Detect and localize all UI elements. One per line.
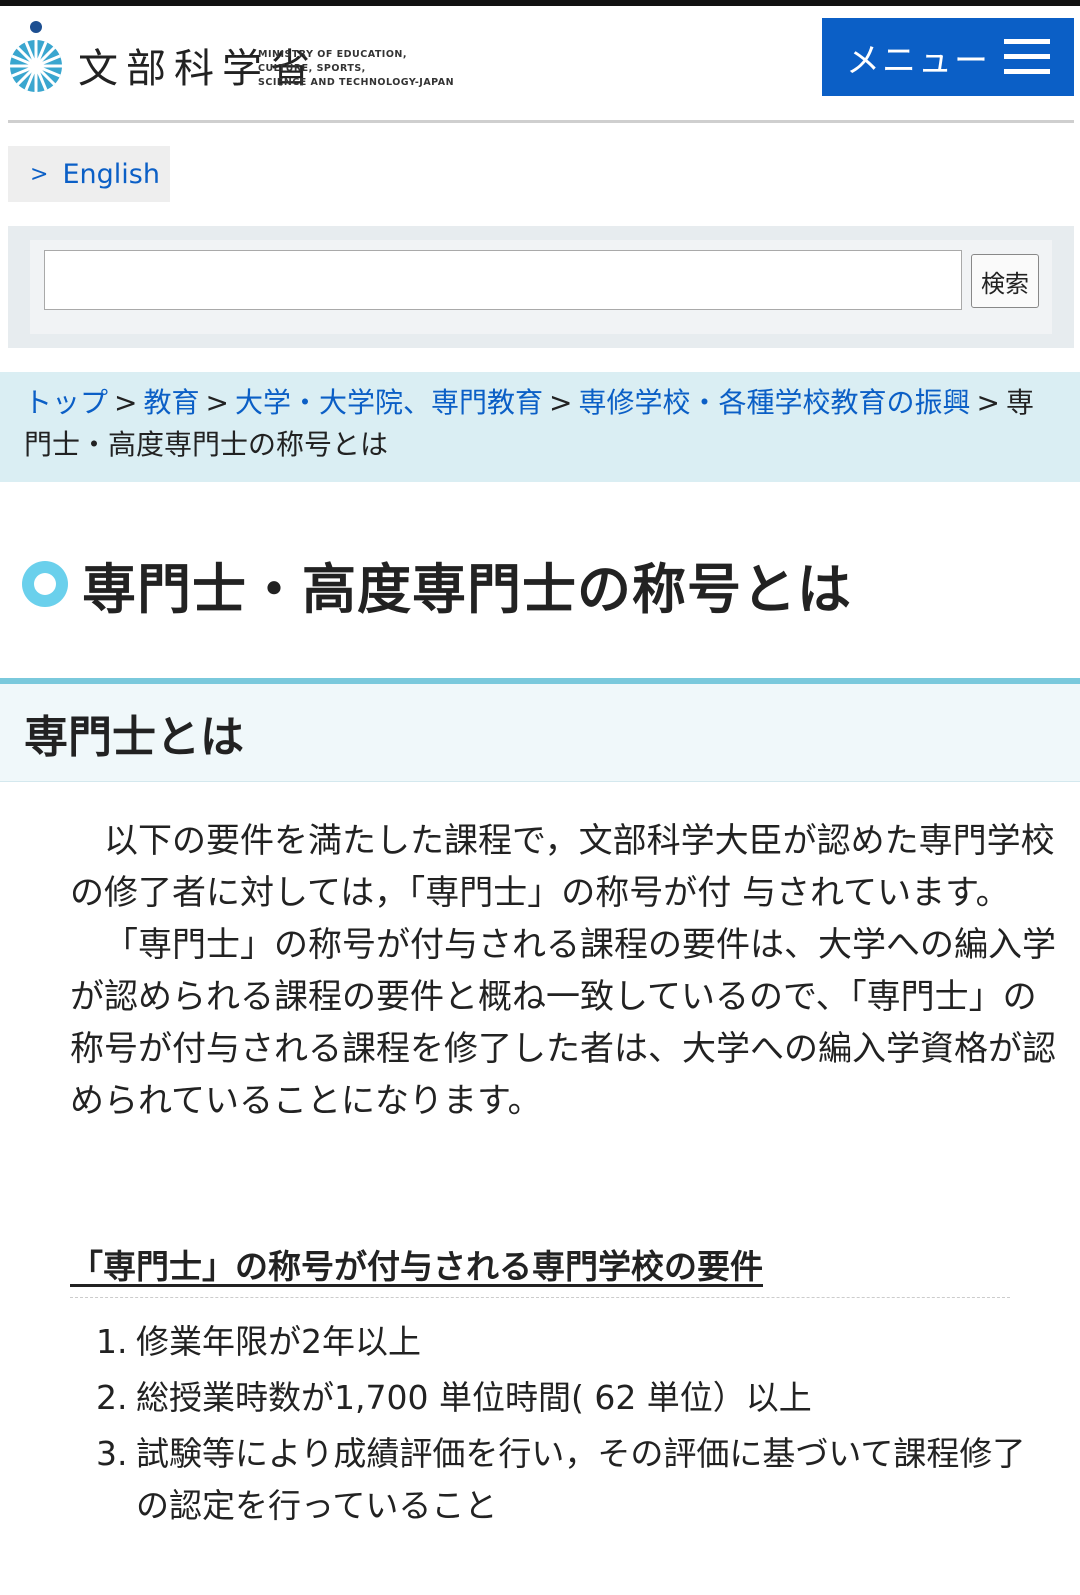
breadcrumb: トップ > 教育 > 大学・大学院、専門教育 > 専修学校・各種学校教育の振興 > 専門士・高度… [0, 372, 1080, 482]
list-item: 3. 試験等により成績評価を行い，その評価に基づいて課程修了の認定を行っているこ… [96, 1428, 1056, 1532]
requirements-list: 1. 修業年限が2年以上 2. 総授業時数が1,700 単位時間( 62 単位）… [96, 1316, 1056, 1536]
list-item-text: 総授業時数が1,700 単位時間( 62 単位）以上 [136, 1378, 812, 1417]
logo-en-line: SCIENCE AND TECHNOLOGY-JAPAN [258, 77, 455, 88]
breadcrumb-separator: > [205, 386, 229, 419]
breadcrumb-link-top[interactable]: トップ [24, 386, 108, 419]
list-item: 1. 修業年限が2年以上 [96, 1316, 1056, 1368]
header-divider [8, 120, 1074, 123]
breadcrumb-link-vocational[interactable]: 専修学校・各種学校教育の振興 [578, 386, 970, 419]
list-item-text: 修業年限が2年以上 [136, 1322, 421, 1361]
section-heading: 専門士とは [0, 678, 1080, 782]
site-header: 文部科学省 MINISTRY OF EDUCATION, CULTURE, SP… [0, 6, 1080, 122]
breadcrumb-link-university[interactable]: 大学・大学院、専門教育 [235, 386, 543, 419]
body-paragraph: 「専門士」の称号が付与される課程の要件は、大学への編入学が認められる課程の要件と… [70, 925, 1056, 1121]
list-item: 2. 総授業時数が1,700 単位時間( 62 単位）以上 [96, 1372, 1056, 1424]
requirements-heading-text: 「専門士」の称号が付与される専門学校の要件 [70, 1247, 763, 1286]
breadcrumb-separator: > [114, 386, 138, 419]
site-logo[interactable]: 文部科学省 MINISTRY OF EDUCATION, CULTURE, SP… [8, 18, 454, 98]
chevron-right-icon: > [30, 161, 49, 187]
logo-en-line: CULTURE, SPORTS, [258, 63, 366, 74]
page-title-text: 専門士・高度専門士の称号とは [82, 557, 852, 621]
breadcrumb-separator: > [976, 386, 1000, 419]
english-link-label: English [62, 158, 160, 190]
body-paragraph: 以下の要件を満たした課程で，文部科学大臣が認めた専門学校の修了者に対しては，「専… [70, 821, 1055, 913]
search-button[interactable]: 検索 [971, 254, 1039, 308]
requirements-heading: 「専門士」の称号が付与される専門学校の要件 [70, 1240, 1010, 1298]
menu-button-label: メニュー [846, 40, 990, 81]
list-item-number: 2. [96, 1378, 128, 1417]
logo-text-en: MINISTRY OF EDUCATION, CULTURE, SPORTS, … [258, 48, 454, 90]
section-body: 以下の要件を満たした課程で，文部科学大臣が認めた専門学校の修了者に対しては，「専… [70, 815, 1060, 1127]
circle-bullet-icon [22, 561, 68, 607]
list-item-number: 3. [96, 1434, 128, 1473]
search-box: 検索 [30, 240, 1052, 334]
page-title: 専門士・高度専門士の称号とは [22, 548, 1062, 621]
mext-logo-icon [10, 21, 62, 92]
logo-en-line: MINISTRY OF EDUCATION, [258, 49, 407, 60]
search-area: 検索 [8, 226, 1074, 348]
section-heading-text: 専門士とは [24, 711, 244, 763]
english-link[interactable]: > English [8, 146, 170, 202]
search-input[interactable] [44, 250, 962, 310]
hamburger-icon [1004, 39, 1050, 75]
breadcrumb-link-education[interactable]: 教育 [143, 386, 199, 419]
list-item-number: 1. [96, 1322, 128, 1361]
menu-button[interactable]: メニュー [822, 18, 1074, 96]
list-item-text: 試験等により成績評価を行い，その評価に基づいて課程修了の認定を行っていること [136, 1434, 1026, 1525]
breadcrumb-separator: > [548, 386, 573, 419]
